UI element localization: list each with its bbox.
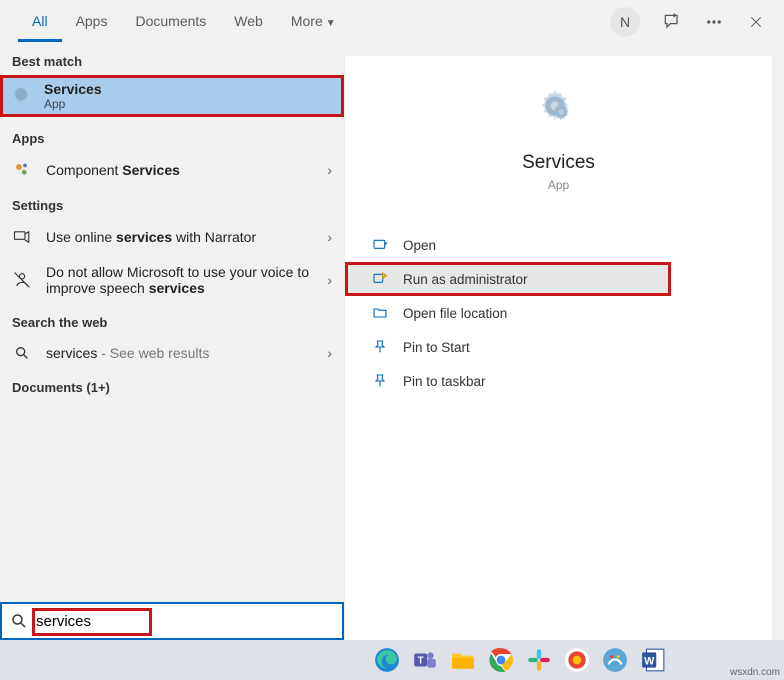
taskbar-app1-icon[interactable] xyxy=(562,645,592,675)
action-open-location[interactable]: Open file location xyxy=(345,296,772,330)
tab-documents[interactable]: Documents xyxy=(121,3,220,42)
taskbar: T W xyxy=(0,640,784,680)
taskbar-teams-icon[interactable]: T xyxy=(410,645,440,675)
feedback-icon[interactable] xyxy=(662,12,682,32)
action-label: Open xyxy=(403,238,436,253)
close-icon[interactable] xyxy=(746,12,766,32)
best-match-item[interactable]: Services App xyxy=(0,75,344,117)
tab-apps[interactable]: Apps xyxy=(62,3,122,42)
section-settings: Settings xyxy=(0,188,344,219)
pin-icon xyxy=(371,339,389,355)
app-item-prefix: Component xyxy=(46,162,122,178)
taskbar-word-icon[interactable]: W xyxy=(638,645,668,675)
action-pin-taskbar[interactable]: Pin to taskbar xyxy=(345,364,772,398)
open-icon xyxy=(371,237,389,253)
narrator-icon xyxy=(12,228,32,246)
taskbar-app2-icon[interactable] xyxy=(600,645,630,675)
chevron-down-icon: ▼ xyxy=(326,18,336,29)
app-item-component-services[interactable]: Component Services › xyxy=(0,152,344,188)
action-open[interactable]: Open xyxy=(345,228,772,262)
watermark: wsxdn.com xyxy=(730,667,780,678)
action-label: Pin to taskbar xyxy=(403,374,486,389)
more-icon[interactable] xyxy=(704,12,724,32)
section-best-match: Best match xyxy=(0,44,344,75)
taskbar-edge-icon[interactable] xyxy=(372,645,402,675)
taskbar-chrome-icon[interactable] xyxy=(486,645,516,675)
svg-text:T: T xyxy=(418,655,424,666)
pin-icon xyxy=(371,373,389,389)
gear-icon xyxy=(10,85,32,107)
section-web: Search the web xyxy=(0,305,344,336)
search-input[interactable] xyxy=(36,613,334,630)
gear-icon xyxy=(535,86,583,134)
setting-item-narrator[interactable]: Use online services with Narrator › xyxy=(0,219,344,255)
action-run-admin[interactable]: Run as administrator xyxy=(345,262,671,296)
search-icon xyxy=(12,345,32,361)
admin-icon xyxy=(371,271,389,287)
web-item-services[interactable]: services - See web results › xyxy=(0,336,344,370)
preview-pane: Services App Open Run as administrator O… xyxy=(344,56,772,640)
tab-more[interactable]: More▼ xyxy=(277,3,350,42)
avatar[interactable]: N xyxy=(610,7,640,37)
app-item-bold: Services xyxy=(122,162,180,178)
folder-icon xyxy=(371,305,389,321)
search-icon xyxy=(10,612,28,630)
speech-icon xyxy=(12,271,32,289)
best-match-sub: App xyxy=(44,97,102,111)
action-label: Pin to Start xyxy=(403,340,470,355)
section-documents[interactable]: Documents (1+) xyxy=(0,370,344,401)
chevron-right-icon: › xyxy=(327,345,332,361)
setting-item-speech[interactable]: Do not allow Microsoft to use your voice… xyxy=(0,255,344,305)
best-match-title: Services xyxy=(44,81,102,97)
tab-web[interactable]: Web xyxy=(220,3,277,42)
action-pin-start[interactable]: Pin to Start xyxy=(345,330,772,364)
component-icon xyxy=(12,161,32,179)
taskbar-explorer-icon[interactable] xyxy=(448,645,478,675)
preview-title: Services xyxy=(522,152,595,174)
action-label: Run as administrator xyxy=(403,272,528,287)
search-tabs: All Apps Documents Web More▼ N xyxy=(0,0,784,44)
results-list: Best match Services App Apps Component S… xyxy=(0,44,344,640)
action-label: Open file location xyxy=(403,306,507,321)
chevron-right-icon: › xyxy=(327,229,332,245)
tab-all[interactable]: All xyxy=(18,3,62,42)
preview-sub: App xyxy=(548,178,569,192)
chevron-right-icon: › xyxy=(327,272,332,288)
svg-text:W: W xyxy=(644,655,655,667)
taskbar-slack-icon[interactable] xyxy=(524,645,554,675)
chevron-right-icon: › xyxy=(327,162,332,178)
search-input-container xyxy=(0,602,344,640)
section-apps: Apps xyxy=(0,121,344,152)
